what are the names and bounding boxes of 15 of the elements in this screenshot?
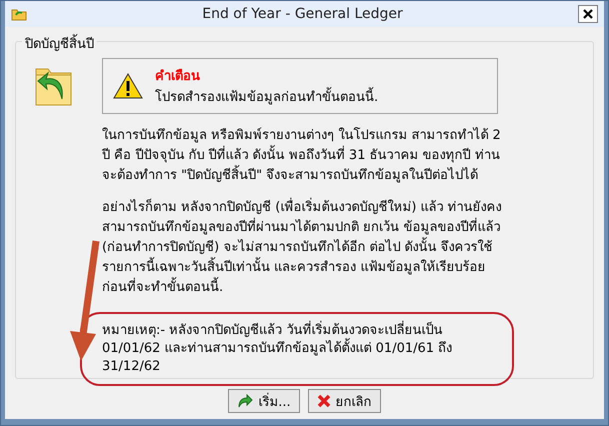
warning-title: คำเตือน [155,68,201,86]
warning-icon [113,72,143,100]
close-icon [316,394,331,408]
arrow-icon [237,394,254,408]
close-icon [583,9,593,19]
group-title: ปิดบัญชีสิ้นปี [22,33,97,54]
warning-message: โปรดสำรองแฟ้มข้อมูลก่อนทำขั้นตอนนี้. [155,86,378,107]
window-title: End of Year - General Ledger [201,6,404,22]
close-button[interactable] [578,5,598,23]
start-button[interactable]: เริ่ม... [228,389,300,413]
note-text: หมายเหตุ:- หลังจากปิดบัญชีแล้ว วันที่เริ่มต้นงวดจะเปลี่ยนเป็น 01/01/62 และท่านสามารถบันทึกข้อมูลได้ตั้งแต่ 01/01/61 ถึง 31/12/62 [102,322,502,376]
paragraph: อย่างไรก็ตาม หลังจากปิดบัญชี (เพื่อเริ่มต้นงวดบัญชีใหม่) แล้ว ท่านยังคงสามารถบันทึกข้อมูลของปีที่ผ่านมาได้ตามปกติ ยกเว้น ข้อมูลของปีที่แล้ว (ก่อนทำการปิดบัญชี) จะไม่สามารถบันทึกได้อีก ต่อไป ดังนั้น จึงควรใช้รายการนี้เฉพาะวันสิ้นปีเท่านั้น และควรสำรอง แฟ้มข้อมูลให้เรียบร้อยก่อนที่จะทำขั้นตอนนี้. [102,198,502,298]
cancel-button[interactable]: ยกเลิก [308,389,381,413]
paragraph: ในการบันทึกข้อมูล หรือพิมพ์รายงานต่างๆ ในโปรแกรม สามารถทำได้ 2 ปี คือ ปีปัจจุบัน กับ ปีที่แล้ว ดังนั้น พอถึงวันที่ 31 ธันวาคม ของทุกปี ท่านจะต้องทำการ "ปิดบัญชีสิ้นปี" จึงจะสามารถบันทึกข้อมูลในปีต่อไปได้ [102,126,502,185]
folder-icon [11,7,27,21]
